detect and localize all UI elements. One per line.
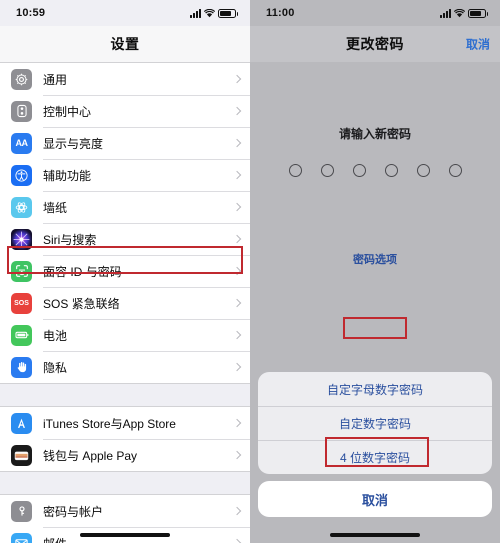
- chevron-right-icon: [232, 298, 242, 308]
- sidebar-item-face-id-passcode[interactable]: 面容 ID 与密码: [0, 255, 250, 287]
- status-bar-time: 10:59: [16, 7, 46, 19]
- sidebar-item-label: iTunes Store与App Store: [43, 416, 176, 431]
- chevron-right-icon: [232, 138, 242, 148]
- sidebar-item-label: SOS 紧急联络: [43, 296, 120, 311]
- sidebar-item-label: 辅助功能: [43, 168, 92, 183]
- status-bar-indicators: [440, 8, 488, 18]
- sidebar-item-label: 电池: [43, 328, 68, 343]
- chevron-right-icon: [232, 362, 242, 372]
- privacy-hand-icon: [11, 356, 32, 378]
- page-title: 设置: [110, 36, 140, 52]
- sidebar-item-label: 控制中心: [43, 104, 92, 119]
- passcode-options-action-sheet: 自定字母数字密码 自定数字密码 4 位数字密码 取消: [258, 372, 492, 517]
- chevron-right-icon: [232, 506, 242, 516]
- wallpaper-icon: [11, 196, 32, 218]
- passcode-prompt: 请输入新密码: [338, 127, 411, 141]
- sidebar-item-display-brightness[interactable]: AA 显示与亮度: [0, 127, 250, 159]
- list-section-gap: [0, 384, 250, 406]
- list-section-gap: [0, 472, 250, 494]
- passcode-dot: [320, 164, 334, 177]
- home-indicator: [330, 533, 420, 537]
- wifi-icon: [204, 8, 215, 18]
- mail-icon: [11, 532, 32, 543]
- cellular-bars-icon: [440, 8, 451, 18]
- sidebar-item-passwords-accounts[interactable]: 密码与帐户: [0, 495, 250, 527]
- action-sheet-items: 自定字母数字密码 自定数字密码 4 位数字密码: [258, 372, 492, 474]
- cellular-bars-icon: [190, 8, 201, 18]
- battery-settings-icon: [11, 324, 32, 346]
- status-bar-right: 11:00: [250, 0, 500, 26]
- sidebar-item-label: Siri与搜索: [43, 232, 97, 247]
- gear-icon: [11, 68, 32, 90]
- sidebar-item-wallpaper[interactable]: 墙纸: [0, 191, 250, 223]
- passcode-entry-body: 请输入新密码 密码选项 自定字母数字密码 自定数字密码 4 位数字密码 取消: [250, 62, 500, 543]
- passcode-dot: [288, 164, 302, 177]
- passcode-options-button[interactable]: 密码选项: [250, 251, 500, 267]
- sidebar-item-label: 钱包与 Apple Pay: [43, 448, 138, 463]
- battery-icon: [468, 8, 488, 18]
- passcode-dot: [384, 164, 398, 177]
- action-sheet-item-custom-alphanumeric[interactable]: 自定字母数字密码: [258, 372, 492, 406]
- sidebar-item-siri-search[interactable]: Siri与搜索: [0, 223, 250, 255]
- sidebar-item-wallet-apple-pay[interactable]: 钱包与 Apple Pay: [0, 439, 250, 471]
- passcode-dot: [448, 164, 462, 177]
- passcode-dot: [352, 164, 366, 177]
- sidebar-item-privacy[interactable]: 隐私: [0, 351, 250, 383]
- action-sheet-item-custom-numeric[interactable]: 自定数字密码: [258, 406, 492, 440]
- chevron-right-icon: [232, 74, 242, 84]
- chevron-right-icon: [232, 234, 242, 244]
- chevron-right-icon: [232, 538, 242, 543]
- change-passcode-nav-bar: 更改密码 取消: [250, 26, 500, 62]
- status-bar-indicators: [190, 8, 238, 18]
- app-store-icon: [11, 412, 32, 434]
- settings-list[interactable]: 通用 控制中心 AA 显示与亮度 辅助功能 墙纸 Siri与搜索 面容 ID 与…: [0, 62, 250, 543]
- passcode-dot: [416, 164, 430, 177]
- chevron-right-icon: [232, 106, 242, 116]
- display-brightness-icon: AA: [11, 132, 32, 154]
- control-center-icon: [11, 100, 32, 122]
- sidebar-item-sos[interactable]: SOS SOS 紧急联络: [0, 287, 250, 319]
- sidebar-item-label: 隐私: [43, 360, 68, 375]
- dual-phone-screenshot: 10:59 设置 通用 控制中心 AA 显示与亮度 辅助功能 墙纸 Siri与搜…: [0, 0, 500, 543]
- wifi-icon: [454, 8, 465, 18]
- siri-search-icon: [11, 228, 32, 250]
- chevron-right-icon: [232, 266, 242, 276]
- chevron-right-icon: [232, 418, 242, 428]
- status-bar-time: 11:00: [266, 7, 295, 19]
- wallet-icon: [11, 444, 32, 466]
- battery-icon: [218, 8, 238, 18]
- action-sheet-cancel-button[interactable]: 取消: [258, 481, 492, 517]
- chevron-right-icon: [232, 170, 242, 180]
- settings-nav-bar: 设置: [0, 26, 250, 62]
- sidebar-item-label: 通用: [43, 72, 68, 87]
- accessibility-icon: [11, 164, 32, 186]
- right-phone-change-passcode-screen: 11:00 更改密码 取消 请输入新密码 密码选项 自定字母数字密码 自定数字密…: [250, 0, 500, 543]
- settings-group-1: 通用 控制中心 AA 显示与亮度 辅助功能 墙纸 Siri与搜索 面容 ID 与…: [0, 62, 250, 384]
- sidebar-item-label: 密码与帐户: [43, 504, 104, 519]
- sidebar-item-label: 墙纸: [43, 200, 68, 215]
- sidebar-item-general[interactable]: 通用: [0, 63, 250, 95]
- chevron-right-icon: [232, 330, 242, 340]
- passcode-dots: [250, 164, 500, 177]
- sidebar-item-accessibility[interactable]: 辅助功能: [0, 159, 250, 191]
- action-sheet-item-four-digit[interactable]: 4 位数字密码: [258, 440, 492, 474]
- sidebar-item-label: 邮件: [43, 535, 67, 543]
- settings-group-2: iTunes Store与App Store 钱包与 Apple Pay: [0, 406, 250, 472]
- sos-icon: SOS: [11, 292, 32, 314]
- sidebar-item-battery[interactable]: 电池: [0, 319, 250, 351]
- cancel-button[interactable]: 取消: [466, 36, 490, 53]
- passwords-accounts-icon: [11, 500, 32, 522]
- left-phone-settings-screen: 10:59 设置 通用 控制中心 AA 显示与亮度 辅助功能 墙纸 Siri与搜…: [0, 0, 250, 543]
- sidebar-item-label: 显示与亮度: [43, 136, 104, 151]
- sidebar-item-itunes-app-store[interactable]: iTunes Store与App Store: [0, 407, 250, 439]
- page-title: 更改密码: [346, 36, 404, 52]
- sidebar-item-control-center[interactable]: 控制中心: [0, 95, 250, 127]
- face-id-icon: [11, 260, 32, 282]
- sidebar-item-label: 面容 ID 与密码: [43, 264, 122, 279]
- home-indicator: [80, 533, 170, 537]
- chevron-right-icon: [232, 450, 242, 460]
- chevron-right-icon: [232, 202, 242, 212]
- status-bar-left: 10:59: [0, 0, 250, 26]
